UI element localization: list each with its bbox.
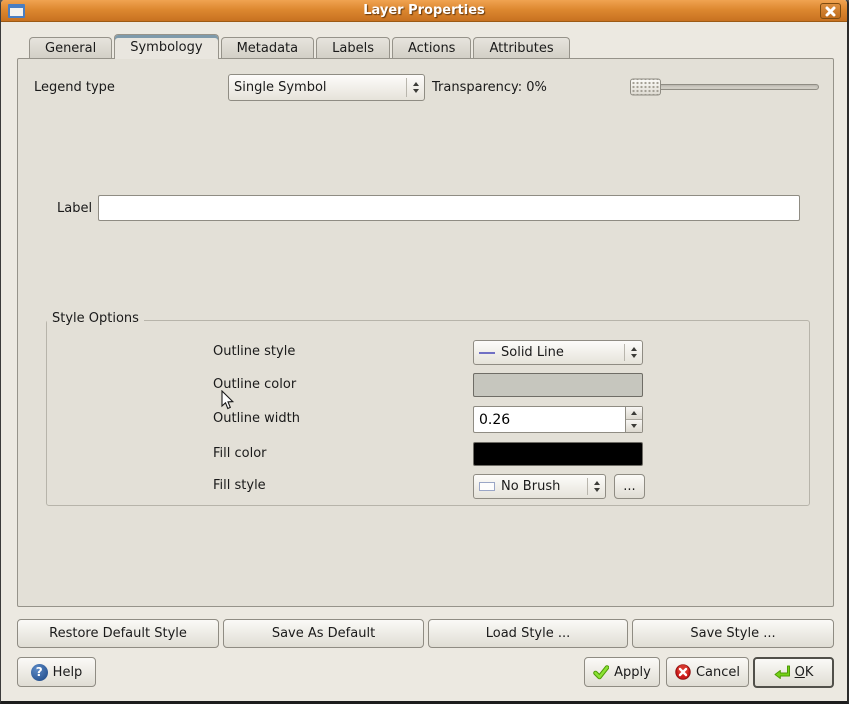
fill-style-value: No Brush [501, 479, 560, 494]
tab-general[interactable]: General [29, 37, 112, 59]
restore-default-style-label: Restore Default Style [49, 626, 187, 641]
transparency-slider[interactable] [630, 75, 819, 99]
style-options-group: Style Options Outline style Solid Line O… [46, 320, 810, 506]
outline-style-value: Solid Line [501, 345, 564, 360]
tab-labels-label: Labels [332, 41, 374, 56]
label-input[interactable] [99, 196, 799, 220]
apply-label: Apply [614, 665, 651, 680]
outline-color-label: Outline color [213, 377, 296, 392]
combo-arrows-icon [625, 347, 642, 358]
close-button[interactable] [820, 3, 841, 19]
cancel-icon [675, 664, 691, 680]
solid-line-icon [479, 352, 495, 354]
fill-style-label: Fill style [213, 478, 266, 493]
combo-arrows-icon [588, 481, 605, 492]
fill-style-more-button[interactable]: ... [614, 474, 645, 499]
tab-actions[interactable]: Actions [392, 37, 472, 59]
help-button[interactable]: Help [17, 657, 96, 687]
tab-attributes-label: Attributes [489, 41, 553, 56]
ok-mnemonic: O [795, 665, 805, 680]
help-label: Help [53, 665, 83, 680]
window-title: Layer Properties [1, 3, 847, 18]
fill-color-button[interactable] [473, 442, 643, 466]
apply-check-icon [593, 664, 609, 680]
fill-style-combobox[interactable]: No Brush [473, 474, 606, 499]
outline-width-input[interactable] [474, 407, 625, 432]
tab-metadata[interactable]: Metadata [221, 37, 315, 59]
load-style-button[interactable]: Load Style ... [428, 619, 628, 648]
tab-metadata-label: Metadata [237, 41, 299, 56]
tab-attributes[interactable]: Attributes [473, 37, 569, 59]
tab-actions-label: Actions [408, 41, 456, 56]
fill-color-label: Fill color [213, 446, 267, 461]
transparency-label: Transparency: 0% [432, 80, 547, 95]
ok-label: OK [795, 665, 814, 680]
save-as-default-button[interactable]: Save As Default [223, 619, 424, 648]
cancel-label: Cancel [696, 665, 740, 680]
tab-bar: General Symbology Metadata Labels Action… [29, 34, 570, 59]
load-style-label: Load Style ... [486, 626, 571, 641]
outline-width-spinbox [473, 406, 643, 433]
layer-properties-dialog: Layer Properties General Symbology Metad… [0, 0, 849, 704]
restore-default-style-button[interactable]: Restore Default Style [17, 619, 219, 648]
tab-symbology[interactable]: Symbology [114, 34, 218, 59]
ok-enter-arrow-icon [774, 665, 790, 681]
save-style-label: Save Style ... [690, 626, 775, 641]
spin-down-button[interactable] [626, 419, 642, 432]
symbology-panel: Legend type Single Symbol Transparency: … [17, 58, 834, 607]
style-options-title: Style Options [47, 311, 144, 326]
titlebar[interactable]: Layer Properties [1, 0, 847, 22]
save-style-button[interactable]: Save Style ... [632, 619, 834, 648]
outline-color-button[interactable] [473, 373, 643, 397]
slider-handle[interactable] [630, 79, 661, 96]
cancel-button[interactable]: Cancel [666, 657, 749, 687]
legend-type-label: Legend type [34, 80, 115, 95]
tab-general-label: General [45, 41, 96, 56]
save-as-default-label: Save As Default [272, 626, 375, 641]
outline-style-label: Outline style [213, 344, 295, 359]
help-icon [31, 664, 48, 681]
label-field-wrap [98, 195, 800, 221]
no-brush-icon [479, 482, 495, 491]
ok-rest: K [805, 665, 814, 680]
spin-up-button[interactable] [626, 407, 642, 419]
more-button-label: ... [623, 479, 635, 494]
outline-width-label: Outline width [213, 411, 300, 426]
tab-labels[interactable]: Labels [316, 37, 390, 59]
spin-buttons [625, 407, 642, 432]
outline-style-combobox[interactable]: Solid Line [473, 340, 643, 365]
tab-symbology-label: Symbology [130, 40, 202, 55]
ok-button[interactable]: OK [753, 657, 834, 688]
combo-arrows-icon [407, 82, 424, 93]
legend-type-combobox[interactable]: Single Symbol [228, 74, 425, 101]
close-icon [825, 6, 836, 17]
apply-button[interactable]: Apply [584, 657, 660, 687]
legend-type-value: Single Symbol [234, 80, 327, 95]
label-field-label: Label [57, 201, 92, 216]
